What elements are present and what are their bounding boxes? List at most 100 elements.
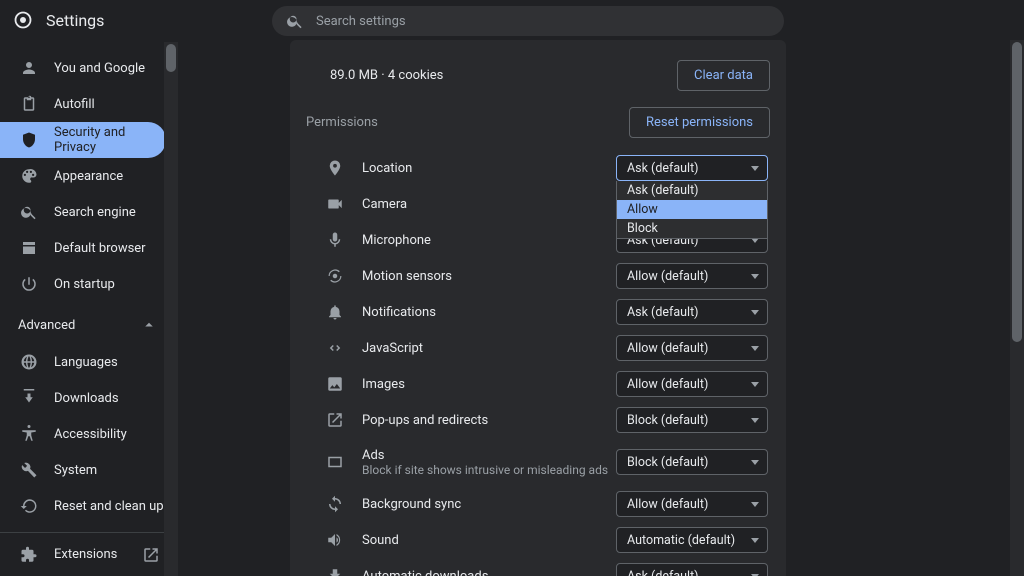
sidebar-item-downloads[interactable]: Downloads <box>0 380 178 416</box>
sidebar-item-label: System <box>54 463 97 478</box>
dropdown-option-ask[interactable]: Ask (default) <box>617 181 767 200</box>
restore-icon <box>20 497 38 515</box>
permission-label: Camera <box>362 197 407 212</box>
permission-label: Automatic downloads <box>362 569 488 576</box>
site-usage-text: 89.0 MB · 4 cookies <box>330 68 443 83</box>
power-icon <box>20 275 38 293</box>
permission-dropdown-options: Ask (default) Allow Block <box>616 181 768 239</box>
permission-select-automatic-downloads[interactable]: Ask (default) <box>616 563 768 576</box>
reset-permissions-button[interactable]: Reset permissions <box>629 107 770 138</box>
permission-label: JavaScript <box>362 341 423 356</box>
search-icon <box>286 12 304 30</box>
wrench-icon <box>20 461 38 479</box>
permission-select-sound[interactable]: Automatic (default) <box>616 527 768 553</box>
sidebar-item-you-and-google[interactable]: You and Google <box>0 50 178 86</box>
dropdown-arrow-icon <box>751 346 759 351</box>
select-value: Allow (default) <box>627 377 708 392</box>
permission-label: Motion sensors <box>362 269 452 284</box>
dropdown-arrow-icon <box>751 418 759 423</box>
main-scrollbar[interactable] <box>1010 40 1024 576</box>
download-icon <box>326 567 344 576</box>
sync-icon <box>326 495 344 513</box>
camera-icon <box>326 195 344 213</box>
select-value: Ask (default) <box>627 305 699 320</box>
globe-icon <box>20 353 38 371</box>
permission-row-images: Images Allow (default) <box>302 366 774 402</box>
permission-label: Microphone <box>362 233 431 248</box>
select-value: Ask (default) <box>627 161 699 176</box>
search-input[interactable] <box>316 14 770 29</box>
permission-select-popups[interactable]: Block (default) <box>616 407 768 433</box>
select-value: Allow (default) <box>627 341 708 356</box>
permission-select-javascript[interactable]: Allow (default) <box>616 335 768 361</box>
sidebar-scrollbar[interactable] <box>164 42 178 576</box>
search-icon <box>20 203 38 221</box>
dropdown-option-block[interactable]: Block <box>617 219 767 238</box>
chrome-logo-icon <box>14 11 32 29</box>
sidebar-item-appearance[interactable]: Appearance <box>0 158 178 194</box>
sidebar-item-security-privacy[interactable]: Security and Privacy <box>0 122 166 158</box>
sidebar-item-label: You and Google <box>54 61 145 76</box>
permission-row-automatic-downloads: Automatic downloads Ask (default) <box>302 558 774 576</box>
permission-label: Location <box>362 161 412 176</box>
permission-row-ads: Ads Block if site shows intrusive or mis… <box>302 438 774 486</box>
search-settings-field[interactable] <box>272 6 784 36</box>
page-title: Settings <box>46 11 104 30</box>
sidebar-item-extensions[interactable]: Extensions <box>0 532 178 576</box>
dropdown-arrow-icon <box>751 274 759 279</box>
permission-row-motion-sensors: Motion sensors Allow (default) <box>302 258 774 294</box>
open-in-new-icon <box>142 546 160 564</box>
permission-select-location[interactable]: Ask (default) <box>616 155 768 181</box>
permission-select-ads[interactable]: Block (default) <box>616 449 768 475</box>
code-icon <box>326 339 344 357</box>
permission-select-images[interactable]: Allow (default) <box>616 371 768 397</box>
permission-select-motion-sensors[interactable]: Allow (default) <box>616 263 768 289</box>
popup-icon <box>326 411 344 429</box>
select-value: Allow (default) <box>627 497 708 512</box>
permission-label: Ads <box>362 448 608 463</box>
sidebar-item-label: Accessibility <box>54 427 127 442</box>
sidebar-item-accessibility[interactable]: Accessibility <box>0 416 178 452</box>
select-value: Block (default) <box>627 455 708 470</box>
motion-icon <box>326 267 344 285</box>
permission-select-background-sync[interactable]: Allow (default) <box>616 491 768 517</box>
sidebar-advanced-label: Advanced <box>18 318 75 333</box>
sidebar-item-label: Languages <box>54 355 118 370</box>
permission-row-sound: Sound Automatic (default) <box>302 522 774 558</box>
permission-label: Images <box>362 377 405 392</box>
permission-label: Sound <box>362 533 399 548</box>
palette-icon <box>20 167 38 185</box>
dropdown-arrow-icon <box>751 166 759 171</box>
sidebar-item-search-engine[interactable]: Search engine <box>0 194 178 230</box>
permission-select-notifications[interactable]: Ask (default) <box>616 299 768 325</box>
person-icon <box>20 59 38 77</box>
permission-label: Pop-ups and redirects <box>362 413 488 428</box>
select-value: Allow (default) <box>627 269 708 284</box>
window-icon <box>20 239 38 257</box>
sidebar-item-default-browser[interactable]: Default browser <box>0 230 178 266</box>
dropdown-arrow-icon <box>751 538 759 543</box>
shield-icon <box>20 131 38 149</box>
sidebar-item-system[interactable]: System <box>0 452 178 488</box>
permission-sublabel: Block if site shows intrusive or mislead… <box>362 463 608 477</box>
dropdown-arrow-icon <box>751 310 759 315</box>
clipboard-icon <box>20 95 38 113</box>
sidebar-item-label: Search engine <box>54 205 136 220</box>
dropdown-arrow-icon <box>751 382 759 387</box>
site-settings-panel: 89.0 MB · 4 cookies Clear data Permissio… <box>290 40 786 576</box>
ads-icon <box>326 453 344 471</box>
select-value: Block (default) <box>627 413 708 428</box>
accessibility-icon <box>20 425 38 443</box>
dropdown-arrow-icon <box>751 502 759 507</box>
sidebar-item-reset[interactable]: Reset and clean up <box>0 488 178 524</box>
sidebar-item-autofill[interactable]: Autofill <box>0 86 178 122</box>
sound-icon <box>326 531 344 549</box>
sidebar-item-languages[interactable]: Languages <box>0 344 178 380</box>
clear-data-button[interactable]: Clear data <box>677 60 770 91</box>
header: Settings <box>0 0 1024 40</box>
permission-label: Background sync <box>362 497 461 512</box>
dropdown-option-allow[interactable]: Allow <box>617 200 767 219</box>
sidebar-item-label: Downloads <box>54 391 119 406</box>
sidebar-advanced-toggle[interactable]: Advanced <box>0 302 178 344</box>
sidebar-item-on-startup[interactable]: On startup <box>0 266 178 302</box>
